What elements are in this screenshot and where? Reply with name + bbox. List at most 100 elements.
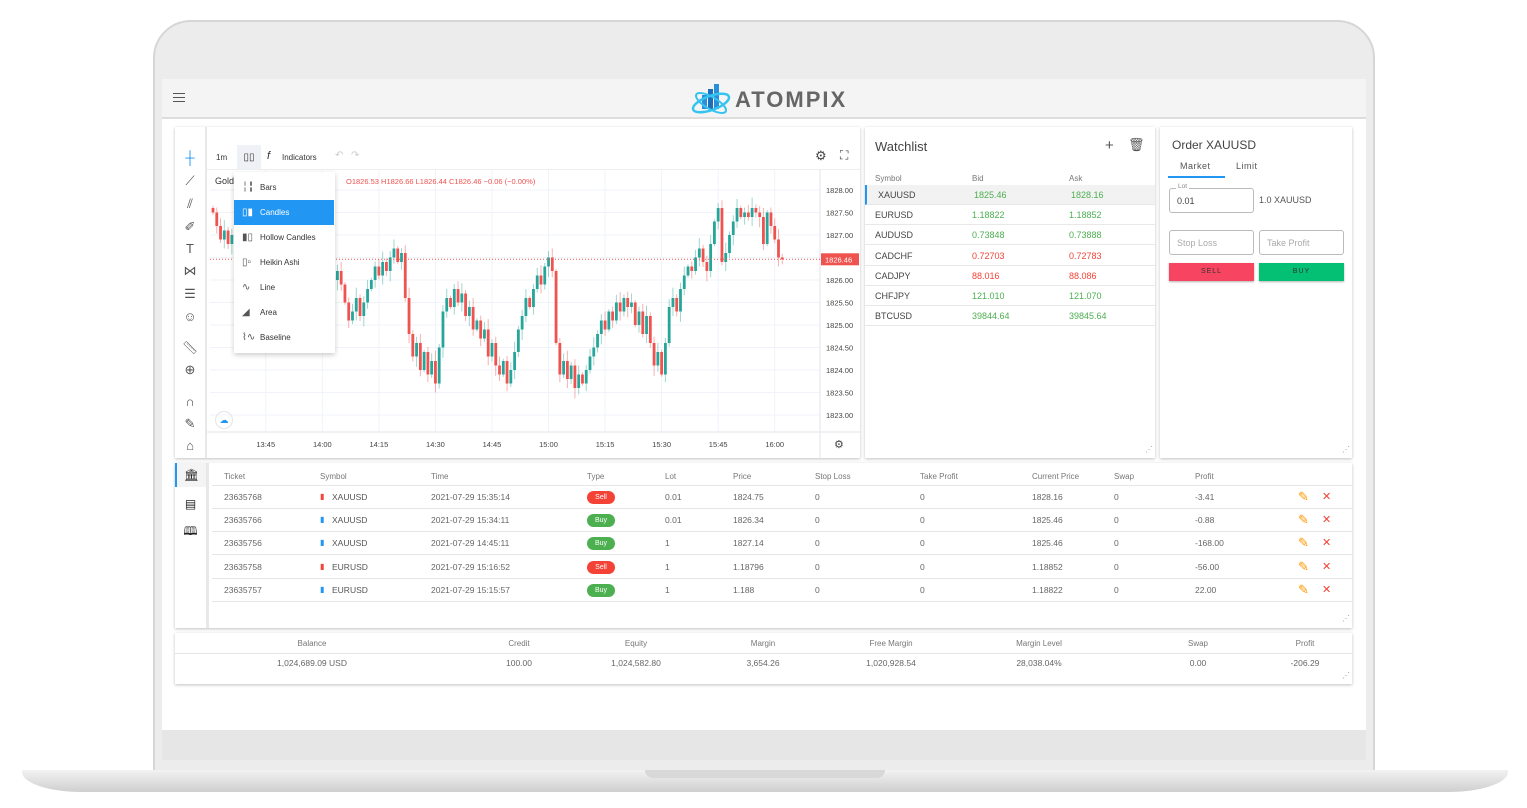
ruler-icon[interactable]: 📏︎ — [180, 339, 200, 357]
chart-type-candles[interactable]: ▯▮ Candles — [234, 200, 334, 225]
watchlist-row[interactable]: EURUSD 1.18822 1.18852 — [865, 205, 1155, 226]
candle-body — [343, 284, 347, 303]
edit-icon[interactable]: ✎ — [1298, 489, 1309, 505]
buy-button[interactable]: BUY — [1259, 263, 1344, 281]
chart-type-button[interactable]: ▯▯ — [237, 145, 261, 170]
fullscreen-icon[interactable]: ⛶ — [840, 148, 848, 163]
account-margin-level-label: Margin Level — [1016, 639, 1062, 648]
candle-body — [230, 235, 234, 244]
edit-icon[interactable]: ✎ — [1298, 559, 1309, 575]
magnet-icon[interactable]: ∩ — [180, 393, 200, 411]
x-tick-label: 14:30 — [426, 440, 445, 449]
watchlist-row[interactable]: CADCHF 0.72703 0.72783 — [865, 246, 1155, 266]
close-icon[interactable]: ✕ — [1322, 536, 1331, 549]
position-row[interactable]: 23635768 ▮ XAUUSD 2021-07-29 15:35:14 Sell 0.… — [212, 486, 1352, 509]
resize-handle[interactable]: ⋰ — [1342, 614, 1350, 623]
position-tp: 0 — [920, 538, 925, 549]
crosshair-icon[interactable]: ┼ — [180, 149, 200, 167]
chart-type-hollow-candles[interactable]: ▮▯ Hollow Candles — [234, 225, 334, 250]
settings-icon[interactable]: ⚙ — [815, 148, 827, 164]
chart-type-area[interactable]: ◢ Area — [234, 300, 334, 325]
watchlist-row[interactable]: CHFJPY 121.010 121.070 — [865, 286, 1155, 306]
close-icon[interactable]: ✕ — [1322, 583, 1331, 596]
lock-drawing-icon[interactable]: ✎ — [180, 415, 200, 433]
symbol-label: Gold — [215, 176, 235, 186]
fib-icon[interactable]: ⫽ — [180, 195, 200, 213]
account-free-margin-label: Free Margin — [869, 639, 913, 648]
candle-body — [592, 347, 596, 357]
candle-body — [426, 352, 430, 375]
edit-icon[interactable]: ✎ — [1298, 535, 1309, 551]
watchlist-row[interactable]: AUDUSD 0.73848 0.73888 — [865, 225, 1155, 246]
stop-loss-input[interactable]: Stop Loss — [1169, 230, 1254, 255]
zoom-in-icon[interactable]: ⊕ — [180, 361, 200, 379]
lot-input[interactable]: Lot 0.01 — [1169, 183, 1254, 213]
unlock-icon[interactable]: ⌂ — [180, 437, 200, 455]
candle-body — [407, 298, 411, 334]
take-profit-input[interactable]: Take Profit — [1259, 230, 1344, 255]
y-tick-label: 1825.00 — [826, 321, 853, 330]
indicators-button[interactable]: Indicators — [282, 153, 317, 162]
brush-icon[interactable]: ✐ — [180, 218, 200, 236]
interval-button[interactable]: 1m — [216, 153, 227, 162]
close-icon[interactable]: ✕ — [1322, 560, 1331, 573]
position-row[interactable]: 23635758 ▮ EURUSD 2021-07-29 15:16:52 Sell 1 1… — [212, 556, 1352, 579]
close-icon[interactable]: ✕ — [1322, 513, 1331, 526]
tab-market[interactable]: Market — [1180, 161, 1211, 171]
position-time: 2021-07-29 15:16:52 — [431, 561, 510, 572]
position-row[interactable]: 23635757 ▮ EURUSD 2021-07-29 15:15:57 Buy 1 1.… — [212, 579, 1352, 602]
resize-handle[interactable]: ⋰ — [1342, 445, 1350, 454]
candle-body — [743, 212, 746, 217]
candle-body — [422, 352, 426, 370]
add-symbol-icon[interactable]: + — [1105, 137, 1114, 154]
journal-icon[interactable]: 🕮 — [175, 519, 206, 543]
position-sl: 0 — [815, 538, 820, 549]
candle-body — [611, 311, 615, 321]
position-ticket: 23635757 — [224, 584, 262, 595]
edit-icon[interactable]: ✎ — [1298, 582, 1309, 598]
chart-type-baseline[interactable]: ⌇∿ Baseline — [234, 325, 334, 350]
candle-body — [588, 356, 592, 370]
sell-button[interactable]: SELL — [1169, 263, 1254, 281]
edit-icon[interactable]: ✎ — [1298, 512, 1309, 528]
undo-icon[interactable]: ↶ — [335, 150, 343, 161]
candle-body — [396, 248, 400, 262]
chart-type-heikin-ashi[interactable]: ▯▫ Heikin Ashi — [234, 250, 334, 275]
bank-icon[interactable]: 🏛︎ — [175, 463, 206, 487]
tab-limit[interactable]: Limit — [1236, 161, 1258, 171]
watchlist-row[interactable]: CADJPY 88.016 88.086 — [865, 266, 1155, 286]
resize-handle[interactable]: ⋰ — [1342, 671, 1350, 680]
chart-type-bars[interactable]: ╎╏ Bars — [234, 175, 334, 200]
candle-body — [762, 217, 765, 244]
position-symbol: EURUSD — [332, 561, 368, 572]
account-equity-label: Equity — [624, 639, 648, 648]
watchlist-ask: 1828.16 — [1071, 190, 1104, 200]
position-ticket: 23635766 — [224, 515, 262, 526]
account-margin-label: Margin — [750, 639, 776, 648]
watchlist-row[interactable]: XAUUSD 1825.46 1828.16 — [865, 185, 1155, 205]
resize-handle[interactable]: ⋰ — [1145, 445, 1153, 454]
col-swap: Swap — [1114, 472, 1135, 481]
emoji-icon[interactable]: ☺ — [180, 308, 200, 326]
axis-settings-icon[interactable]: ⚙ — [834, 439, 844, 451]
lot-value: 0.01 — [1177, 196, 1195, 206]
delete-icon[interactable]: 🗑︎ — [1128, 137, 1145, 153]
bars-icon: ╎╏ — [242, 182, 255, 193]
position-row[interactable]: 23635756 ▮ XAUUSD 2021-07-29 14:45:11 Buy 1 18… — [212, 532, 1352, 556]
history-icon[interactable]: ▤ — [175, 492, 206, 516]
prediction-icon[interactable]: ☰ — [180, 285, 200, 303]
position-lot: 1 — [665, 584, 670, 595]
baseline-icon: ⌇∿ — [242, 332, 256, 343]
candle-body — [449, 298, 452, 307]
position-row[interactable]: 23635766 ▮ XAUUSD 2021-07-29 15:34:11 Buy 0.0… — [212, 509, 1352, 533]
redo-icon[interactable]: ↷ — [351, 150, 359, 161]
text-icon[interactable]: T — [180, 240, 200, 258]
close-icon[interactable]: ✕ — [1322, 490, 1331, 503]
account-credit-label: Credit — [508, 639, 530, 648]
hamburger-icon[interactable] — [173, 93, 185, 102]
candle-body — [392, 248, 396, 258]
pattern-icon[interactable]: ⋈ — [180, 262, 200, 280]
watchlist-row[interactable]: BTCUSD 39844.64 39845.64 — [865, 306, 1155, 327]
trend-line-icon[interactable]: ⟋ — [180, 172, 200, 190]
chart-type-line[interactable]: ∿ Line — [234, 275, 334, 300]
